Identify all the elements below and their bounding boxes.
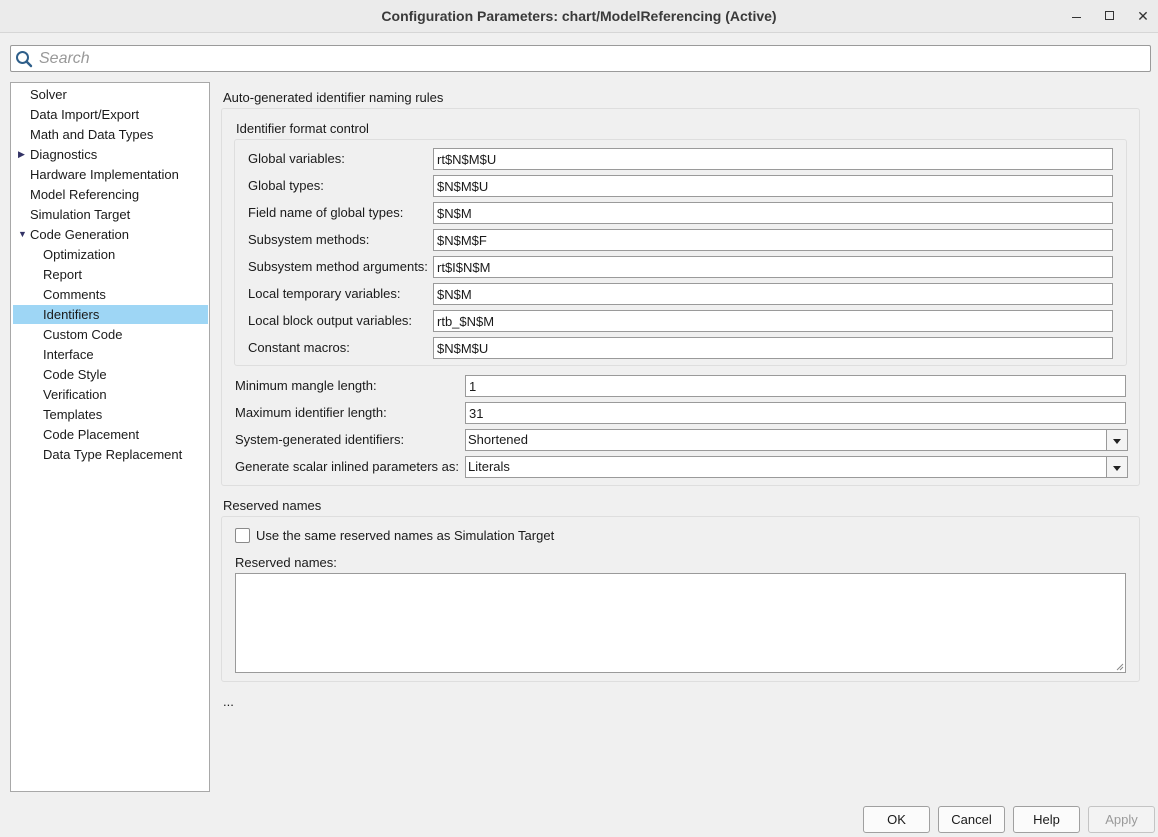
resize-grip-icon[interactable]: [1116, 663, 1124, 671]
tree-item-label: Code Style: [43, 367, 107, 382]
tree-item-label: Data Type Replacement: [43, 447, 183, 462]
tree-item-label: Interface: [43, 347, 94, 362]
subsystem-method-arguments-field[interactable]: [433, 256, 1113, 278]
tree-item-label: Solver: [30, 87, 67, 102]
help-button[interactable]: Help: [1013, 806, 1080, 833]
system-generated-identifiers-label: System-generated identifiers:: [235, 432, 405, 447]
search-box[interactable]: [10, 45, 1151, 72]
tree-item-label: Simulation Target: [30, 207, 131, 222]
local-block-output-variables-field[interactable]: [433, 310, 1113, 332]
tree-item-verification[interactable]: Verification: [13, 385, 208, 404]
constant-macros-field[interactable]: [433, 337, 1113, 359]
tree-item-code-style[interactable]: Code Style: [13, 365, 208, 384]
tree-item-simulation-target[interactable]: Simulation Target: [13, 205, 208, 224]
global-variables-label: Global variables:: [248, 151, 345, 166]
tree-item-label: Data Import/Export: [30, 107, 140, 122]
global-types-label: Global types:: [248, 178, 324, 193]
expanded-arrow-icon[interactable]: ▼: [18, 225, 27, 244]
button-bar: OK Cancel Help Apply: [0, 800, 1158, 837]
scalar-inlined-parameters-dropdown[interactable]: Literals: [465, 456, 1128, 478]
tree-item-templates[interactable]: Templates: [13, 405, 208, 424]
apply-button[interactable]: Apply: [1088, 806, 1155, 833]
scalar-inlined-parameters-label: Generate scalar inlined parameters as:: [235, 459, 460, 474]
tree-item-label: Code Generation: [30, 227, 130, 242]
global-variables-field[interactable]: [433, 148, 1113, 170]
dropdown-value: Shortened: [468, 432, 528, 447]
tree-item-label: Model Referencing: [30, 187, 140, 202]
tree-item-model-referencing[interactable]: Model Referencing: [13, 185, 208, 204]
tree-item-label: Hardware Implementation: [30, 167, 179, 182]
tree-item-label: Comments: [43, 287, 106, 302]
tree-item-label: Verification: [43, 387, 107, 402]
search-input[interactable]: [37, 47, 1137, 70]
tree-item-label: Report: [43, 267, 83, 282]
tree-item-label: Code Placement: [43, 427, 140, 442]
tree-item-label: Diagnostics: [30, 147, 98, 162]
tree-item-comments[interactable]: Comments: [13, 285, 208, 304]
tree-item-report[interactable]: Report: [13, 265, 208, 284]
tree-item-code-generation[interactable]: ▼ Code Generation: [13, 225, 208, 244]
field-name-global-types-field[interactable]: [433, 202, 1113, 224]
field-name-global-types-label: Field name of global types:: [248, 205, 404, 220]
subsystem-method-arguments-label: Subsystem method arguments:: [248, 259, 428, 274]
system-generated-identifiers-dropdown[interactable]: Shortened: [465, 429, 1128, 451]
tree-item-identifiers[interactable]: Identifiers: [13, 305, 208, 324]
more-ellipsis[interactable]: ...: [223, 694, 234, 709]
constant-macros-label: Constant macros:: [248, 340, 350, 355]
window-title: Configuration Parameters: chart/ModelRef…: [381, 8, 777, 24]
same-reserved-names-checkbox[interactable]: [235, 528, 250, 543]
minimize-icon[interactable]: [1066, 6, 1086, 26]
min-mangle-length-field[interactable]: [465, 375, 1126, 397]
reserved-names-label: Reserved names:: [235, 555, 337, 570]
tree-item-solver[interactable]: Solver: [13, 85, 208, 104]
cancel-button[interactable]: Cancel: [938, 806, 1005, 833]
close-icon[interactable]: ✕: [1133, 6, 1153, 26]
tree-item-label: Templates: [43, 407, 103, 422]
tree-item-data-type-replacement[interactable]: Data Type Replacement: [13, 445, 208, 464]
tree-item-label: Math and Data Types: [30, 127, 154, 142]
collapsed-arrow-icon[interactable]: ▶: [18, 145, 25, 164]
chevron-down-icon[interactable]: [1106, 457, 1127, 477]
tree-item-custom-code[interactable]: Custom Code: [13, 325, 208, 344]
search-icon: [16, 51, 33, 68]
subsystem-methods-label: Subsystem methods:: [248, 232, 370, 247]
global-types-field[interactable]: [433, 175, 1113, 197]
tree-item-math-data-types[interactable]: Math and Data Types: [13, 125, 208, 144]
tree-item-label: Optimization: [43, 247, 116, 262]
tree-item-diagnostics[interactable]: ▶ Diagnostics: [13, 145, 208, 164]
category-tree: Solver Data Import/Export Math and Data …: [10, 82, 210, 792]
tree-item-interface[interactable]: Interface: [13, 345, 208, 364]
local-block-output-variables-label: Local block output variables:: [248, 313, 413, 328]
same-reserved-names-label[interactable]: Use the same reserved names as Simulatio…: [256, 528, 554, 543]
subsystem-methods-field[interactable]: [433, 229, 1113, 251]
local-temporary-variables-label: Local temporary variables:: [248, 286, 401, 301]
reserved-names-textarea[interactable]: [235, 573, 1126, 673]
tree-item-data-import-export[interactable]: Data Import/Export: [13, 105, 208, 124]
min-mangle-length-label: Minimum mangle length:: [235, 378, 377, 393]
maximize-icon[interactable]: [1099, 6, 1119, 26]
dropdown-value: Literals: [468, 459, 510, 474]
ok-button[interactable]: OK: [863, 806, 930, 833]
chevron-down-icon[interactable]: [1106, 430, 1127, 450]
title-bar: Configuration Parameters: chart/ModelRef…: [0, 0, 1158, 33]
format-control-title: Identifier format control: [236, 121, 369, 136]
max-identifier-length-field[interactable]: [465, 402, 1126, 424]
tree-item-label: Identifiers: [43, 307, 100, 322]
local-temporary-variables-field[interactable]: [433, 283, 1113, 305]
tree-item-label: Custom Code: [43, 327, 123, 342]
naming-rules-title: Auto-generated identifier naming rules: [223, 90, 444, 105]
tree-item-optimization[interactable]: Optimization: [13, 245, 208, 264]
tree-item-code-placement[interactable]: Code Placement: [13, 425, 208, 444]
tree-item-hardware-implementation[interactable]: Hardware Implementation: [13, 165, 208, 184]
reserved-names-title: Reserved names: [223, 498, 322, 513]
max-identifier-length-label: Maximum identifier length:: [235, 405, 387, 420]
